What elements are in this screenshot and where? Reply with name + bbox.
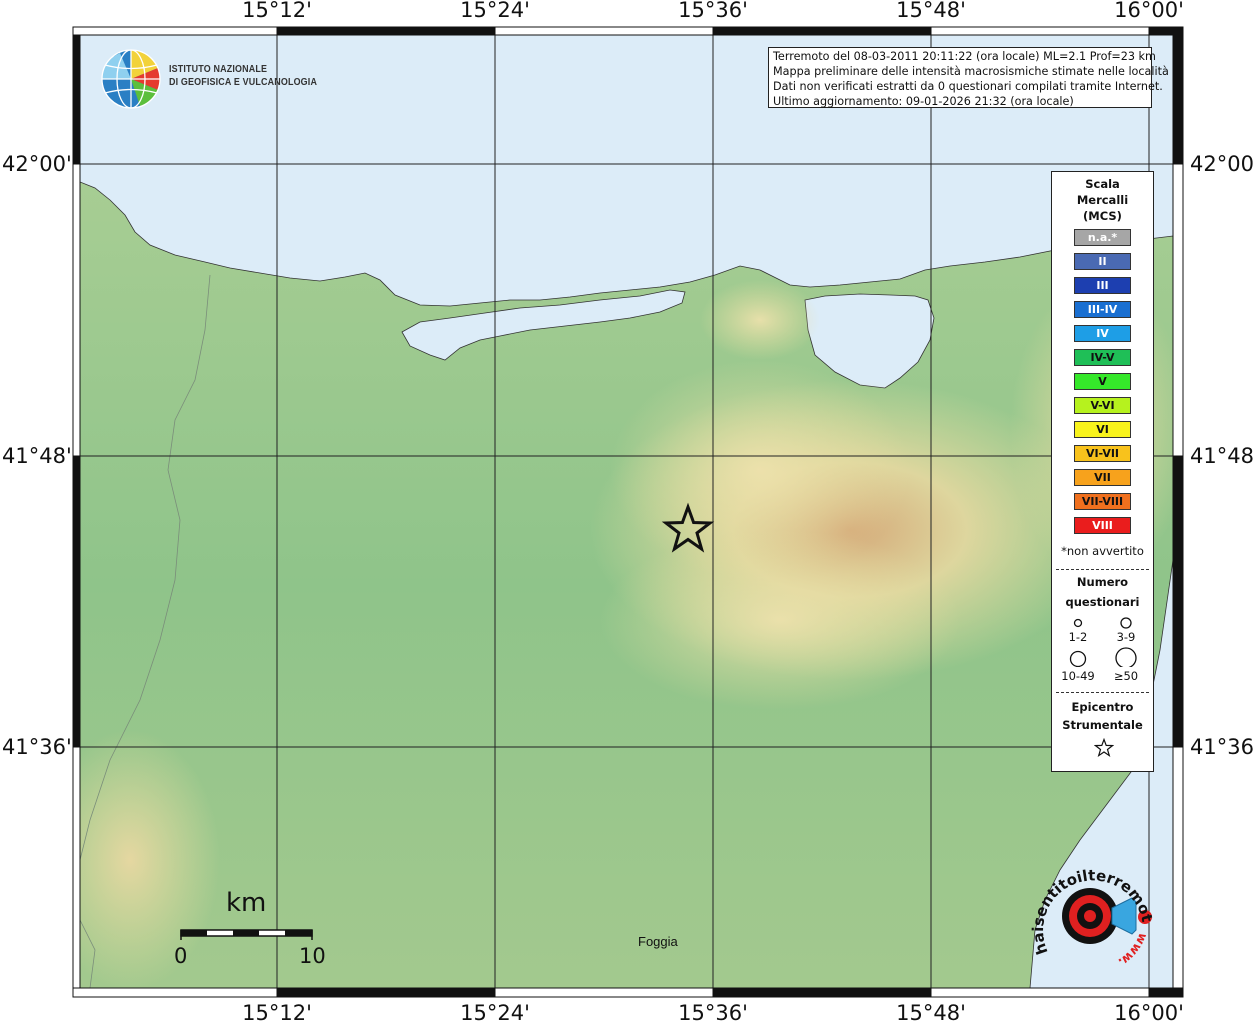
lat-label-left-3: 41°36' xyxy=(2,735,72,759)
mcs-row-6: V xyxy=(1074,373,1131,390)
mcs-row-12: VIII xyxy=(1074,517,1131,534)
mcs-row-10: VII xyxy=(1074,469,1131,486)
epicenter-title-line1: Epicentro xyxy=(1071,700,1134,714)
hst-logo-prefix: www. xyxy=(1116,931,1151,970)
lat-label-right-2: 41°48' xyxy=(1190,444,1255,468)
event-info-box: Terremoto del 08-03-2011 20:11:22 (ora l… xyxy=(768,47,1169,108)
legend-divider-1 xyxy=(1056,569,1149,570)
legend-divider-2 xyxy=(1056,692,1149,693)
circle-size-4-icon xyxy=(1115,647,1137,667)
legend-title-line3: (MCS) xyxy=(1083,209,1122,223)
lon-label-bottom-4: 15°48' xyxy=(896,1001,966,1025)
lon-label-top-1: 15°12' xyxy=(242,0,312,22)
questionnaire-label-3: 10-49 xyxy=(1061,669,1095,683)
legend-title-line1: Scala xyxy=(1085,177,1120,191)
lon-label-bottom-5: 16°00' xyxy=(1114,1001,1184,1025)
mcs-row-2: III xyxy=(1074,277,1131,294)
lat-label-left-2: 41°48' xyxy=(2,444,72,468)
lon-label-top-4: 15°48' xyxy=(896,0,966,22)
lon-label-top-5: 16°00' xyxy=(1114,0,1184,22)
scale-bar-unit: km xyxy=(226,888,267,918)
questionnaire-label-2: 3-9 xyxy=(1116,630,1136,644)
lat-label-left-1: 42°00' xyxy=(2,152,72,176)
lon-label-top-2: 15°24' xyxy=(460,0,530,22)
relief-hills-southwest xyxy=(80,730,220,988)
relief-hills-south xyxy=(600,530,960,710)
event-info-line-1: Terremoto del 08-03-2011 20:11:22 (ora l… xyxy=(773,50,1156,63)
mcs-row-1: II xyxy=(1074,253,1131,270)
mcs-row-3: III-IV xyxy=(1074,301,1131,318)
place-label-foggia: Foggia xyxy=(638,934,678,949)
lon-label-bottom-1: 15°12' xyxy=(242,1001,312,1025)
relief-coast-hill xyxy=(700,280,820,360)
ingv-name-line2: DI GEOFISICA E VULCANOLOGIA xyxy=(169,76,318,88)
questionnaires-title-line1: Numero xyxy=(1076,575,1129,589)
legend-star-outline-icon xyxy=(1094,738,1114,758)
questionnaire-label-4: ≥50 xyxy=(1113,669,1139,683)
epicenter-title-line2: Strumentale xyxy=(1062,718,1143,732)
legend-panel: Scala Mercalli (MCS) n.a.* II III III-IV IV I… xyxy=(1051,171,1154,772)
lat-label-right-1: 42°00' xyxy=(1190,152,1255,176)
lon-label-top-3: 15°36' xyxy=(678,0,748,22)
scale-bar-end: 10 xyxy=(299,944,326,968)
ingv-name-line1: ISTITUTO NAZIONALE xyxy=(169,63,268,75)
mcs-row-7: V-VI xyxy=(1074,397,1131,414)
circle-size-2-icon xyxy=(1120,617,1132,629)
lon-label-bottom-3: 15°36' xyxy=(678,1001,748,1025)
scale-bar-start: 0 xyxy=(174,944,188,968)
ingv-name: ISTITUTO NAZIONALE DI GEOFISICA E VULCAN… xyxy=(169,63,317,89)
event-info-line-2: Mappa preliminare delle intensità macros… xyxy=(773,65,1169,78)
legend-note: *non avvertito xyxy=(1061,544,1144,558)
hst-megaphone-icon: haisentitoilterremoto.it www. xyxy=(1030,852,1156,970)
mcs-row-0: n.a.* xyxy=(1074,229,1131,246)
lat-label-right-3: 41°36' xyxy=(1190,735,1255,759)
legend-title-line2: Mercalli xyxy=(1076,193,1129,207)
mcs-row-9: VI-VII xyxy=(1074,445,1131,462)
circle-size-3-icon xyxy=(1069,650,1087,667)
mcs-row-4: IV xyxy=(1074,325,1131,342)
mcs-row-8: VI xyxy=(1074,421,1131,438)
lon-label-bottom-2: 15°24' xyxy=(460,1001,530,1025)
mcs-row-11: VII-VIII xyxy=(1074,493,1131,510)
questionnaires-title-line2: questionari xyxy=(1065,595,1140,609)
circle-size-1-icon xyxy=(1073,618,1083,628)
legend-title: Scala Mercalli (MCS) xyxy=(1052,176,1153,224)
event-info-line-4: Ultimo aggiornamento: 09-01-2026 21:32 (… xyxy=(773,95,1074,108)
questionnaire-label-1: 1-2 xyxy=(1068,630,1088,644)
mcs-row-5: IV-V xyxy=(1074,349,1131,366)
event-info-line-3: Dati non verificati estratti da 0 questi… xyxy=(773,80,1163,93)
